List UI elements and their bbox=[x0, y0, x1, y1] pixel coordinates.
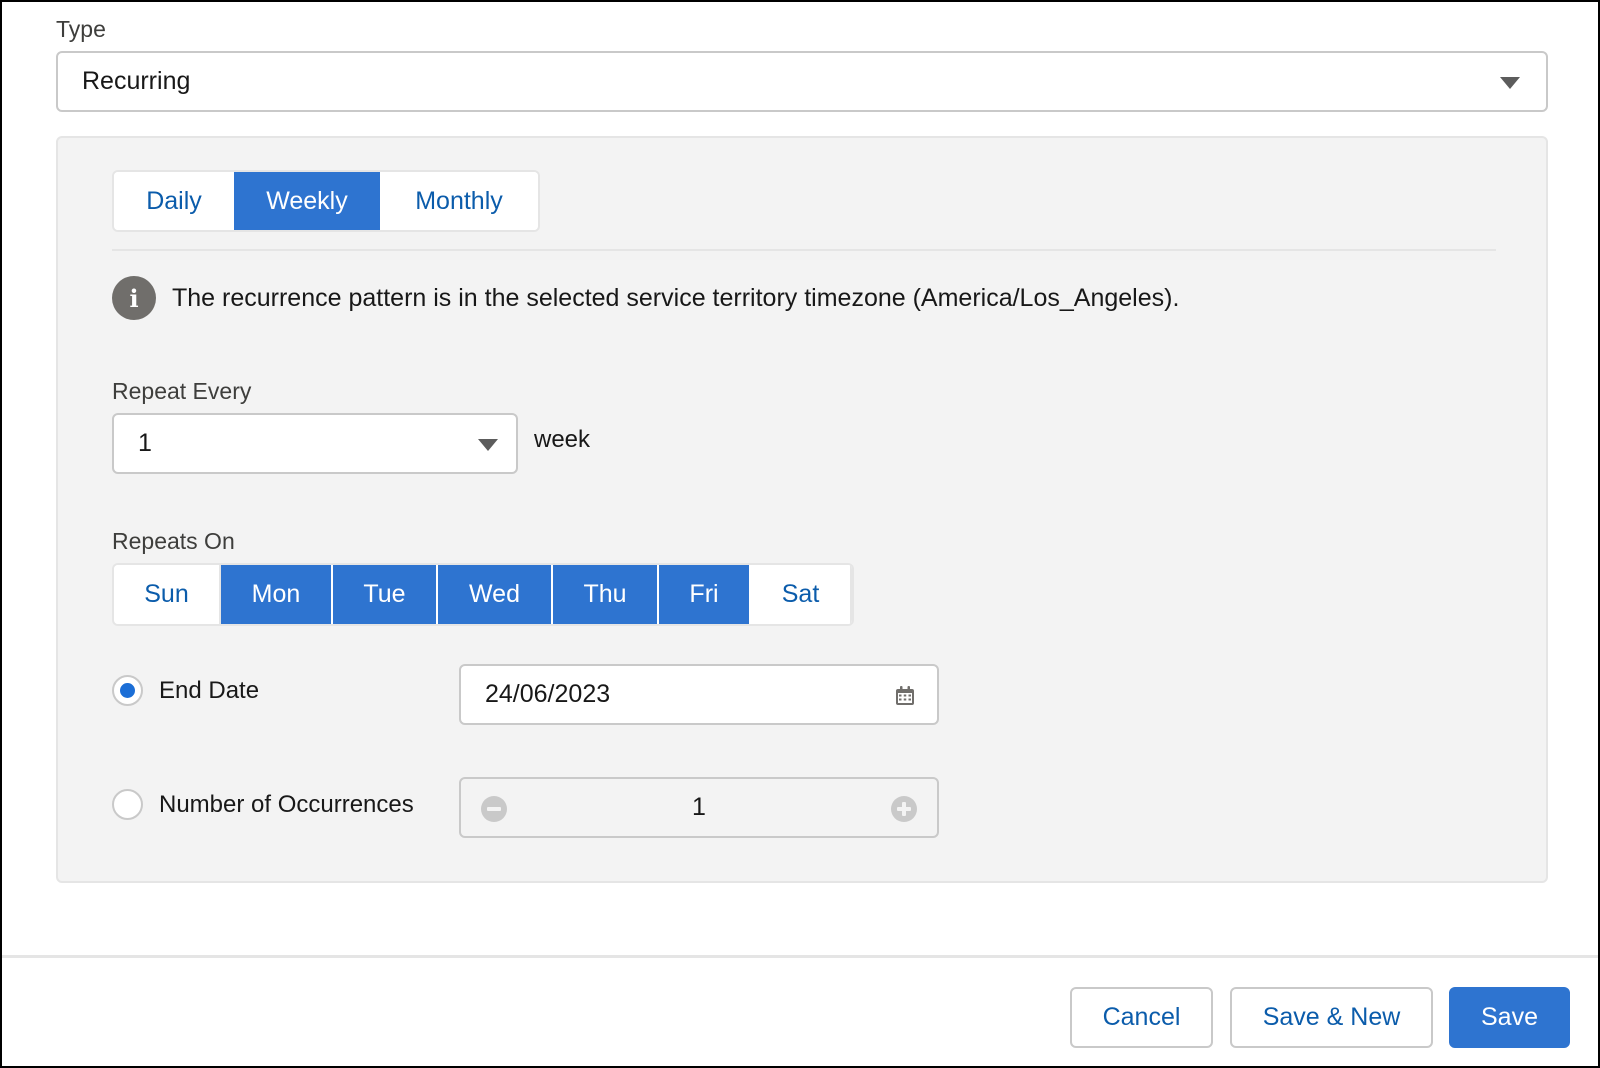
type-select[interactable]: Recurring bbox=[56, 51, 1548, 112]
day-tue[interactable]: Tue bbox=[333, 565, 438, 624]
day-wed[interactable]: Wed bbox=[438, 565, 553, 624]
repeats-on-label: Repeats On bbox=[112, 528, 235, 554]
occurrences-option[interactable]: Number of Occurrences bbox=[112, 789, 414, 820]
occurrences-label: Number of Occurrences bbox=[159, 790, 414, 818]
repeat-every-label: Repeat Every bbox=[112, 378, 252, 404]
tab-monthly[interactable]: Monthly bbox=[380, 172, 538, 230]
info-icon: i bbox=[112, 276, 156, 320]
chevron-down-icon bbox=[1500, 77, 1520, 89]
end-date-option[interactable]: End Date bbox=[112, 675, 259, 706]
weekday-selector: Sun Mon Tue Wed Thu Fri Sat bbox=[112, 563, 854, 626]
cancel-button[interactable]: Cancel bbox=[1070, 987, 1213, 1048]
end-date-radio[interactable] bbox=[112, 675, 143, 706]
day-fri[interactable]: Fri bbox=[659, 565, 751, 624]
save-button[interactable]: Save bbox=[1449, 987, 1570, 1048]
day-sat[interactable]: Sat bbox=[751, 565, 852, 624]
decrement-icon[interactable] bbox=[481, 796, 507, 822]
repeat-every-value: 1 bbox=[138, 429, 152, 457]
occurrences-stepper[interactable]: 1 bbox=[459, 777, 939, 838]
end-date-input[interactable]: 24/06/2023 bbox=[459, 664, 939, 725]
chevron-down-icon bbox=[478, 439, 498, 451]
footer-divider bbox=[2, 955, 1598, 958]
timezone-notice-text: The recurrence pattern is in the selecte… bbox=[172, 283, 1180, 312]
frequency-tabs: Daily Weekly Monthly bbox=[112, 170, 540, 232]
recurrence-dialog: Type Recurring Daily Weekly Monthly i Th… bbox=[0, 0, 1600, 1068]
day-mon[interactable]: Mon bbox=[221, 565, 333, 624]
tab-daily[interactable]: Daily bbox=[114, 172, 234, 230]
occurrences-value: 1 bbox=[692, 793, 706, 821]
day-sun[interactable]: Sun bbox=[114, 565, 221, 624]
recurrence-panel: Daily Weekly Monthly i The recurrence pa… bbox=[56, 136, 1548, 883]
timezone-notice: i The recurrence pattern is in the selec… bbox=[112, 276, 1179, 320]
day-thu[interactable]: Thu bbox=[553, 565, 659, 624]
occurrences-radio[interactable] bbox=[112, 789, 143, 820]
increment-icon[interactable] bbox=[891, 796, 917, 822]
save-and-new-button[interactable]: Save & New bbox=[1230, 987, 1433, 1048]
repeat-unit-label: week bbox=[534, 426, 591, 453]
repeat-every-select[interactable]: 1 bbox=[112, 413, 518, 474]
tab-weekly[interactable]: Weekly bbox=[234, 172, 380, 230]
end-date-value: 24/06/2023 bbox=[485, 680, 611, 708]
end-date-label: End Date bbox=[159, 676, 260, 704]
type-label: Type bbox=[56, 16, 106, 42]
type-select-value: Recurring bbox=[82, 67, 191, 95]
calendar-icon[interactable] bbox=[893, 684, 917, 708]
divider bbox=[112, 249, 1496, 251]
